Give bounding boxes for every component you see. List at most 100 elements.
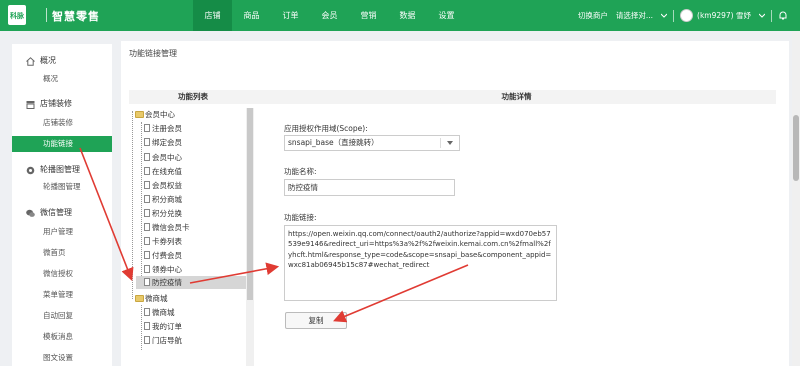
link-label: 功能链接:	[284, 213, 317, 222]
sidebar: 概况 概况 店铺装修 店铺装修 功能链接 轮播图管理 轮播图管理 微信管理 用户…	[12, 44, 112, 366]
sidebar-item-wechat-auth[interactable]: 微信授权	[12, 266, 112, 282]
sidebar-item-auto-reply[interactable]: 自动回复	[12, 308, 112, 324]
link-textarea[interactable]: https://open.weixin.qq.com/connect/oauth…	[284, 225, 557, 301]
nav-item-data[interactable]: 数据	[388, 0, 427, 31]
sidebar-item-template-messages[interactable]: 模板消息	[12, 329, 112, 345]
top-bar: 科脉 智慧零售 店铺 商品 订单 会员 营销 数据 设置 切换商户 请选择对..…	[0, 0, 800, 31]
page-icon	[144, 251, 150, 259]
nav-item-store[interactable]: 店铺	[193, 0, 232, 31]
nav-item-members[interactable]: 会员	[310, 0, 349, 31]
switch-merchant-link[interactable]: 切换商户	[578, 10, 608, 21]
tree-group-micro-mall[interactable]: 微商城	[134, 292, 168, 305]
page-icon	[144, 195, 150, 203]
tree-item[interactable]: 微商城	[143, 306, 175, 319]
sidebar-item-store-decoration[interactable]: 店铺装修	[12, 115, 112, 131]
merchant-select[interactable]: 请选择对...	[616, 10, 653, 21]
sidebar-item-carousel[interactable]: 轮播图管理	[12, 179, 112, 195]
brand-name: 智慧零售	[52, 10, 100, 23]
page-scroll-thumb[interactable]	[793, 115, 799, 181]
kemai-logo: 科脉	[8, 5, 26, 25]
sidebar-group-wechat[interactable]: 微信管理	[12, 205, 112, 221]
page-icon	[144, 223, 150, 231]
user-name[interactable]: (km9297) 雪妤	[697, 10, 751, 21]
page-title: 功能链接管理	[129, 49, 177, 58]
tree-item[interactable]: 积分兑换	[143, 207, 182, 220]
chevron-down-icon[interactable]	[661, 13, 668, 19]
tree-guide	[132, 111, 133, 299]
name-field[interactable]: 防控疫情	[284, 179, 455, 196]
carousel-icon	[26, 166, 35, 175]
sidebar-group-label: 概况	[40, 56, 56, 65]
page-icon	[144, 138, 150, 146]
nav-item-products[interactable]: 商品	[232, 0, 271, 31]
sidebar-item-user-management[interactable]: 用户管理	[12, 224, 112, 240]
page-scrollbar[interactable]	[792, 31, 800, 366]
sidebar-group-label: 轮播图管理	[40, 165, 80, 174]
function-list-header: 功能列表	[129, 90, 257, 104]
page-icon	[144, 124, 150, 132]
tree-item[interactable]: 领券中心	[143, 263, 182, 276]
tree-guide	[141, 122, 142, 282]
tree-guide	[141, 305, 142, 350]
page-icon	[144, 278, 150, 286]
folder-open-icon	[135, 295, 144, 302]
tree-item-selected[interactable]: 防控疫情	[136, 276, 246, 289]
page-icon	[144, 336, 150, 344]
sidebar-group-overview[interactable]: 概况	[12, 53, 112, 69]
tree-item[interactable]: 会员中心	[143, 151, 182, 164]
logo-divider	[46, 8, 47, 22]
function-detail-header: 功能详情	[257, 90, 776, 104]
scroll-thumb[interactable]	[247, 108, 253, 300]
tree-item[interactable]: 注册会员	[143, 122, 182, 135]
shop-icon	[26, 101, 35, 109]
page-icon	[144, 209, 150, 217]
home-icon	[26, 57, 35, 66]
nav-item-marketing[interactable]: 营销	[349, 0, 388, 31]
chevron-down-icon[interactable]	[759, 13, 765, 19]
sidebar-item-micro-homepage[interactable]: 微首页	[12, 245, 112, 261]
page-icon	[144, 181, 150, 189]
copy-button[interactable]: 复制	[285, 312, 347, 329]
tree-item[interactable]: 我的订单	[143, 320, 182, 333]
tree-item[interactable]: 门店导航	[143, 334, 182, 347]
page-icon	[144, 237, 150, 245]
main-nav: 店铺 商品 订单 会员 营销 数据 设置	[193, 0, 466, 31]
tree-item[interactable]: 绑定会员	[143, 136, 182, 149]
sidebar-item-article-settings[interactable]: 图文设置	[12, 350, 112, 366]
name-label: 功能名称:	[284, 167, 317, 176]
sidebar-group-carousel[interactable]: 轮播图管理	[12, 162, 112, 178]
tree-item[interactable]: 会员权益	[143, 179, 182, 192]
header-divider	[771, 9, 772, 22]
sidebar-item-function-links[interactable]: 功能链接	[12, 136, 112, 152]
main-panel: 功能链接管理 功能列表 功能详情	[121, 41, 789, 366]
scope-select[interactable]: snsapi_base（直接跳转）	[284, 135, 460, 151]
sidebar-group-store-decoration[interactable]: 店铺装修	[12, 96, 112, 112]
nav-item-settings[interactable]: 设置	[427, 0, 466, 31]
page-icon	[144, 153, 150, 161]
nav-item-orders[interactable]: 订单	[271, 0, 310, 31]
tree-scrollbar[interactable]	[246, 108, 254, 366]
header-divider	[673, 9, 675, 22]
sidebar-item-menu-management[interactable]: 菜单管理	[12, 287, 112, 303]
scope-value: snsapi_base（直接跳转）	[288, 138, 379, 147]
avatar[interactable]	[680, 9, 694, 22]
page-icon	[144, 265, 150, 273]
tree-group-member-center[interactable]: 会员中心	[134, 108, 175, 121]
logo-text: 科脉	[10, 11, 25, 20]
bell-icon[interactable]	[778, 11, 788, 21]
page-icon	[144, 308, 150, 316]
scope-label: 应用授权作用域(Scope):	[284, 124, 368, 133]
wechat-icon	[26, 209, 35, 217]
tree-item[interactable]: 付费会员	[143, 249, 182, 262]
page-icon	[144, 322, 150, 330]
sidebar-item-overview[interactable]: 概况	[12, 71, 112, 87]
sidebar-group-label: 微信管理	[40, 208, 72, 217]
select-divider	[440, 138, 441, 148]
sidebar-group-label: 店铺装修	[40, 99, 72, 108]
folder-open-icon	[135, 111, 144, 118]
header-actions: 切换商户 请选择对... (km9297) 雪妤	[578, 0, 800, 31]
tree-item[interactable]: 在线充值	[143, 165, 182, 178]
tree-item[interactable]: 积分商城	[143, 193, 182, 206]
tree-item[interactable]: 卡券列表	[143, 235, 182, 248]
tree-item[interactable]: 微信会员卡	[143, 221, 190, 234]
